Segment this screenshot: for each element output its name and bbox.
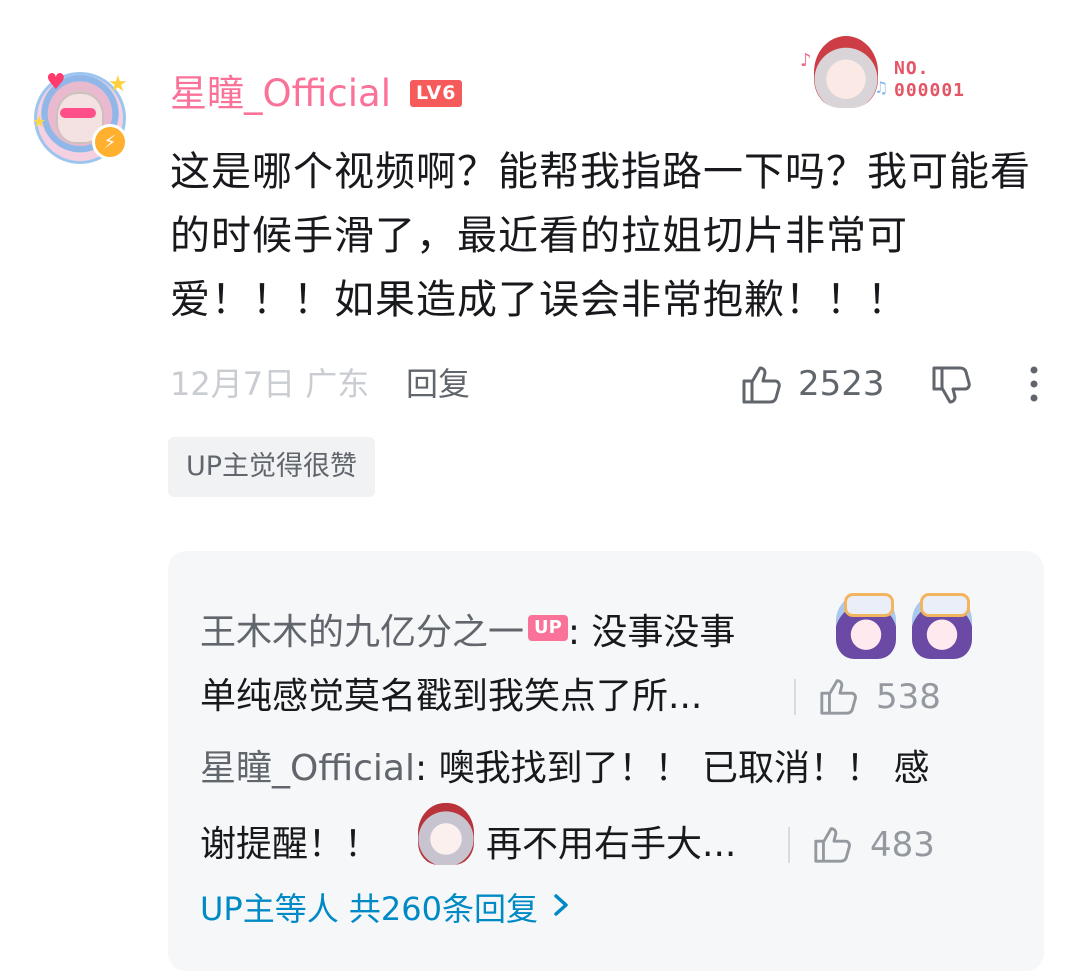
chevron-right-icon bbox=[554, 894, 568, 916]
user-avatar[interactable]: ♥ ★ ★ ⚡ bbox=[26, 68, 136, 164]
reply-item-line: 星瞳_Official: 噢我找到了！！ 已取消！！ 感 bbox=[200, 741, 929, 797]
like-count: 2523 bbox=[798, 364, 885, 404]
avatar-glasses-decoration bbox=[60, 108, 96, 118]
reply-item-line: 王木木的九亿分之一 UP: 没事没事 bbox=[200, 605, 735, 661]
reply-like-count: 483 bbox=[870, 825, 935, 865]
thumb-up-icon[interactable] bbox=[740, 362, 784, 406]
reply-text: 噢我找到了！！ 已取消！！ 感 bbox=[438, 748, 930, 789]
reply-colon: : bbox=[567, 612, 592, 653]
music-note-icon: ♫ bbox=[874, 78, 889, 97]
star-icon: ★ bbox=[108, 72, 128, 97]
music-note-icon: ♪ bbox=[800, 50, 812, 71]
emoji-sticker bbox=[836, 593, 896, 659]
reply-colon: : bbox=[415, 748, 439, 789]
thumb-up-icon[interactable] bbox=[812, 823, 854, 865]
emoji-sticker bbox=[912, 593, 972, 659]
reply-text-continued: 谢提醒！！ bbox=[200, 824, 381, 865]
reply-text-continued: 再不用右手大... bbox=[486, 824, 737, 865]
heart-icon: ♥ bbox=[46, 70, 66, 95]
more-vertical-icon[interactable] bbox=[1022, 362, 1046, 406]
reply-text: 没事没事 bbox=[591, 612, 736, 653]
divider bbox=[788, 827, 790, 863]
reply-username[interactable]: 星瞳_Official bbox=[200, 748, 415, 789]
badge-number-label: NO. bbox=[894, 58, 930, 79]
sticker-goggles bbox=[844, 593, 894, 617]
reply-text-continued: 单纯感觉莫名戳到我笑点了所... bbox=[200, 676, 703, 717]
reply-panel[interactable]: 王木木的九亿分之一 UP: 没事没事 单纯感觉莫名戳到我笑点了所... 538 星… bbox=[168, 551, 1044, 971]
fan-number-badge[interactable]: ♪ ♫ NO. 000001 bbox=[800, 30, 990, 114]
more-replies-link[interactable]: UP主等人 共260条回复 bbox=[200, 883, 572, 935]
verified-lightning-icon: ⚡ bbox=[92, 124, 128, 160]
comment-username[interactable]: 星瞳_Official bbox=[170, 68, 391, 120]
reply-like-count: 538 bbox=[876, 677, 941, 717]
comment-date-location: 12月7日 广东 bbox=[170, 365, 370, 403]
badge-number-value: 000001 bbox=[894, 80, 966, 101]
up-liked-tag: UP主觉得很赞 bbox=[168, 437, 376, 497]
badge-character-image bbox=[814, 36, 878, 108]
more-replies-label: UP主等人 共260条回复 bbox=[200, 890, 538, 928]
reply-username[interactable]: 王木木的九亿分之一 bbox=[200, 612, 524, 653]
reply-button[interactable]: 回复 bbox=[406, 360, 470, 408]
sticker-goggles bbox=[920, 593, 970, 617]
divider bbox=[794, 679, 796, 715]
up-badge: UP bbox=[528, 615, 568, 641]
thumb-up-icon[interactable] bbox=[818, 675, 860, 717]
comment-text: 这是哪个视频啊？能帮我指路一下吗？我可能看的时候手滑了，最近看的拉姐切片非常可爱… bbox=[170, 149, 1031, 323]
thumb-down-icon[interactable] bbox=[930, 364, 974, 408]
star-icon: ★ bbox=[32, 112, 47, 131]
level-badge: LV6 bbox=[410, 80, 463, 107]
emoji-sticker bbox=[418, 803, 474, 865]
